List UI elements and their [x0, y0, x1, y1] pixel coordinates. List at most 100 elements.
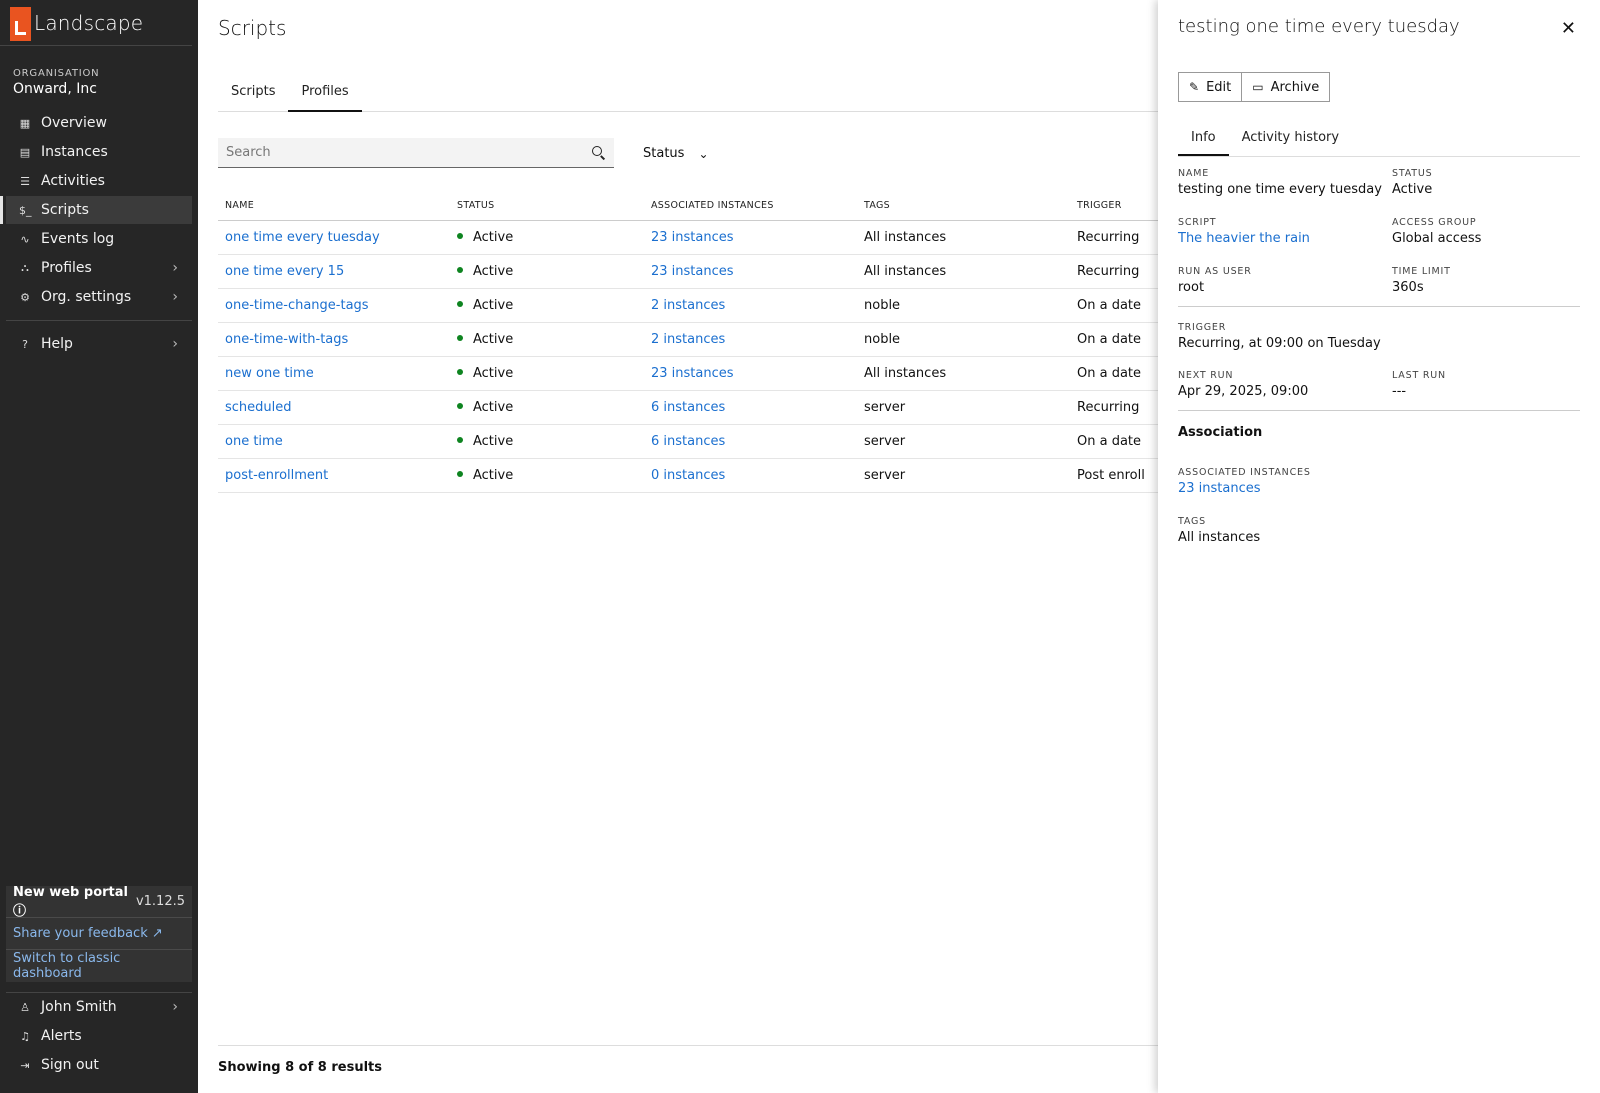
switch-classic-link[interactable]: Switch to classic dashboard: [13, 951, 185, 981]
sign-out-icon: ⇥: [20, 1058, 30, 1072]
chevron-right-icon: ›: [172, 289, 178, 305]
field-tags: TAGS All instances: [1178, 516, 1261, 545]
profile-name-link[interactable]: one time every 15: [218, 254, 450, 289]
instances-link[interactable]: 0 instances: [644, 458, 857, 493]
chevron-down-icon: ⌄: [698, 146, 709, 161]
status-dot-icon: [457, 301, 463, 307]
instances-link[interactable]: 2 instances: [644, 288, 857, 323]
nav-item-org-settings[interactable]: ⚙ Org. settings ›: [6, 283, 192, 311]
profile-name-link[interactable]: one-time-change-tags: [218, 288, 450, 323]
bell-icon: ♫: [20, 1029, 30, 1043]
nav-item-label: Events log: [41, 231, 115, 247]
tags-cell: All instances: [857, 356, 1070, 391]
profile-name-link[interactable]: one-time-with-tags: [218, 322, 450, 357]
status-cell: Active: [450, 288, 644, 323]
nav-item-activities[interactable]: ☰ Activities: [6, 167, 192, 195]
portal-title: New web portal ⓘ: [13, 884, 128, 919]
field-associated-instances: ASSOCIATED INSTANCES 23 instances: [1178, 467, 1311, 496]
profile-name-link[interactable]: new one time: [218, 356, 450, 391]
nav-item-profiles[interactable]: ⛬ Profiles ›: [6, 254, 192, 282]
status-cell: Active: [450, 390, 644, 425]
associated-instances-link[interactable]: 23 instances: [1178, 481, 1311, 496]
brand-name: Landscape: [34, 10, 144, 35]
nav-item-sign-out[interactable]: ⇥ Sign out: [6, 1051, 192, 1079]
classic-row: Switch to classic dashboard: [6, 950, 192, 982]
nav-item-scripts[interactable]: $_ Scripts: [0, 196, 192, 224]
search-icon[interactable]: [592, 145, 606, 160]
help-icon: ?: [22, 337, 28, 351]
instances-link[interactable]: 23 instances: [644, 356, 857, 391]
instances-link[interactable]: 6 instances: [644, 390, 857, 425]
archive-button[interactable]: ▭ Archive: [1241, 73, 1329, 101]
field-time-limit: TIME LIMIT 360s: [1392, 266, 1451, 295]
help-circle-icon[interactable]: ⓘ: [13, 904, 26, 919]
tab-scripts[interactable]: Scripts: [218, 82, 288, 112]
panel-tabs: Info Activity history: [1178, 124, 1580, 157]
edit-button[interactable]: ✎ Edit: [1179, 73, 1241, 101]
overview-icon: ▦: [19, 116, 31, 130]
portal-header: New web portal ⓘ v1.12.5: [6, 884, 192, 919]
panel-divider: [1178, 410, 1580, 411]
instances-link[interactable]: 6 instances: [644, 424, 857, 459]
bottom-nav: ♙ John Smith › ♫ Alerts ⇥ Sign out: [0, 993, 198, 1080]
field-run-as-user: RUN AS USER root: [1178, 266, 1252, 295]
profile-name-link[interactable]: one time: [218, 424, 450, 459]
org-name: Onward, Inc: [13, 81, 97, 97]
association-heading: Association: [1178, 425, 1263, 440]
status-cell: Active: [450, 458, 644, 493]
profiles-icon: ⛬: [21, 261, 29, 274]
activities-icon: ☰: [20, 174, 30, 188]
sidebar: Landscape ORGANISATION Onward, Inc ▦ Ove…: [0, 0, 198, 1093]
nav-item-events-log[interactable]: ∿ Events log: [6, 225, 192, 253]
scripts-icon: $_: [19, 203, 32, 217]
nav-item-help[interactable]: ? Help ›: [6, 330, 192, 358]
close-icon[interactable]: ✕: [1561, 18, 1576, 39]
col-status[interactable]: STATUS: [450, 192, 644, 221]
col-associated-instances[interactable]: ASSOCIATED INSTANCES: [644, 192, 857, 221]
col-name[interactable]: NAME: [218, 192, 450, 221]
status-dot-icon: [457, 267, 463, 273]
status-dot-icon: [457, 369, 463, 375]
status-dot-icon: [457, 233, 463, 239]
script-link[interactable]: The heavier the rain: [1178, 231, 1310, 246]
instances-link[interactable]: 23 instances: [644, 220, 857, 255]
tags-cell: server: [857, 390, 1070, 425]
instances-link[interactable]: 2 instances: [644, 322, 857, 357]
tags-cell: All instances: [857, 254, 1070, 289]
page-title: Scripts: [218, 16, 287, 40]
status-cell: Active: [450, 424, 644, 459]
tags-cell: noble: [857, 322, 1070, 357]
tab-info[interactable]: Info: [1178, 124, 1229, 156]
profile-name-link[interactable]: one time every tuesday: [218, 220, 450, 255]
search-input[interactable]: [226, 145, 592, 160]
events-icon: ∿: [20, 232, 30, 246]
results-count: Showing 8 of 8 results: [218, 1060, 382, 1075]
status-filter[interactable]: Status ⌄: [643, 146, 709, 161]
nav-item-instances[interactable]: ▤ Instances: [6, 138, 192, 166]
instances-link[interactable]: 23 instances: [644, 254, 857, 289]
tab-activity-history[interactable]: Activity history: [1229, 124, 1352, 156]
share-feedback-link[interactable]: Share your feedback ↗: [13, 926, 163, 941]
nav-item-overview[interactable]: ▦ Overview: [6, 109, 192, 137]
field-next-run: NEXT RUN Apr 29, 2025, 09:00: [1178, 370, 1309, 399]
profile-name-link[interactable]: post-enrollment: [218, 458, 450, 493]
status-cell: Active: [450, 356, 644, 391]
status-dot-icon: [457, 437, 463, 443]
nav-item-user[interactable]: ♙ John Smith ›: [6, 993, 192, 1021]
portal-version: v1.12.5: [135, 894, 185, 909]
status-dot-icon: [457, 471, 463, 477]
tab-profiles[interactable]: Profiles: [288, 82, 362, 112]
col-tags[interactable]: TAGS: [857, 192, 1070, 221]
chevron-right-icon: ›: [172, 260, 178, 276]
landscape-logo-icon: [10, 6, 31, 41]
profile-name-link[interactable]: scheduled: [218, 390, 450, 425]
field-access-group: ACCESS GROUP Global access: [1392, 217, 1482, 246]
status-cell: Active: [450, 322, 644, 357]
nav-item-label: Instances: [41, 144, 108, 160]
nav-item-label: John Smith: [41, 999, 117, 1015]
nav-item-alerts[interactable]: ♫ Alerts: [6, 1022, 192, 1050]
main-nav: ▦ Overview ▤ Instances ☰ Activities $_ S…: [0, 109, 198, 358]
nav-item-label: Activities: [41, 173, 105, 189]
brand[interactable]: Landscape: [0, 0, 192, 46]
field-name: NAME testing one time every tuesday: [1178, 168, 1382, 197]
